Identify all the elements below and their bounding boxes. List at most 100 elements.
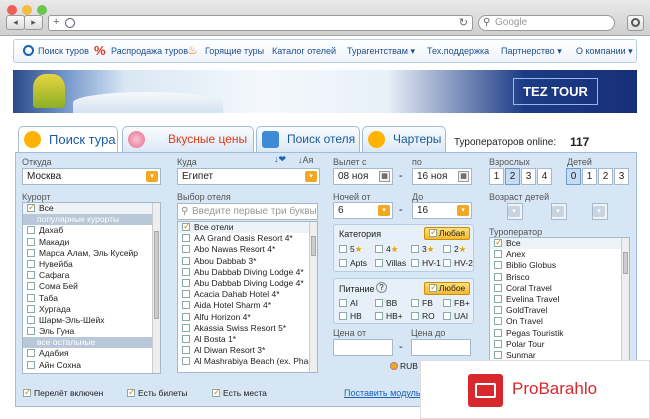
add-icon[interactable]: + <box>53 16 59 28</box>
checkbox[interactable] <box>27 293 35 302</box>
checkbox[interactable] <box>182 290 190 299</box>
category-villas-checkbox[interactable]: Villas <box>375 258 406 268</box>
list-item[interactable]: Al Diwan Resort 3* <box>178 345 317 356</box>
category-hv1-checkbox[interactable]: HV-1 <box>411 258 441 268</box>
child-age-select-3[interactable]: ▾ <box>592 203 608 220</box>
category-4-checkbox[interactable]: 4★ <box>375 244 398 255</box>
checkbox[interactable] <box>27 237 35 246</box>
list-item[interactable]: AA Grand Oasis Resort 4* <box>178 233 317 244</box>
resort-list[interactable]: Все популярные курорты Дахаб Макади Марс… <box>22 202 161 374</box>
back-button[interactable]: ◂ <box>6 15 25 30</box>
checkbox[interactable] <box>27 282 35 291</box>
list-item[interactable]: Хургада <box>23 304 160 315</box>
hotel-list[interactable]: Все отели AA Grand Oasis Resort 4* Abo N… <box>177 221 318 373</box>
hotel-search-input[interactable]: ⚲ Введите первые три буквы <box>177 203 318 220</box>
nav-support[interactable]: Тех.поддержка <box>427 46 489 56</box>
adults-option-2[interactable]: 2 <box>505 168 520 185</box>
meal-any-button[interactable]: Любое <box>424 282 471 295</box>
checkbox[interactable] <box>494 250 502 259</box>
tab-charters[interactable]: Чартеры <box>362 126 446 152</box>
help-icon[interactable]: ? <box>376 282 387 293</box>
nights-from-select[interactable]: 6 ▾ <box>333 202 393 219</box>
list-item[interactable]: On Travel <box>490 316 629 327</box>
adults-option-1[interactable]: 1 <box>489 168 504 185</box>
sort-heart-icon[interactable]: ↓❤ <box>274 154 286 165</box>
category-hv2-checkbox[interactable]: HV-2 <box>443 258 473 268</box>
list-item[interactable]: Нувейба <box>23 259 160 270</box>
nav-agencies[interactable]: Турагентствам ▾ <box>347 46 415 57</box>
checkbox[interactable] <box>182 222 191 232</box>
checkbox[interactable] <box>494 261 502 270</box>
checkbox[interactable] <box>494 328 502 337</box>
checkbox[interactable] <box>27 360 35 369</box>
tab-search-hotel[interactable]: Поиск отеля <box>256 126 360 152</box>
minimize-window-icon[interactable] <box>22 5 32 15</box>
meal-bb-checkbox[interactable]: BB <box>375 298 397 308</box>
reload-icon[interactable]: ↻ <box>459 16 468 29</box>
list-item[interactable]: Таба <box>23 293 160 304</box>
list-item[interactable]: Эль Гуна <box>23 326 160 337</box>
list-item[interactable]: Марса Алам, Эль Кусейр <box>23 248 160 259</box>
checkbox[interactable] <box>27 248 35 257</box>
adults-option-4[interactable]: 4 <box>537 168 552 185</box>
checkbox[interactable] <box>494 317 502 326</box>
list-item[interactable]: Адабия <box>23 348 160 359</box>
child-age-select-1[interactable]: ▾ <box>507 203 523 220</box>
list-item[interactable]: Coral Travel <box>490 283 629 294</box>
meal-fb-checkbox[interactable]: FB <box>411 298 433 308</box>
checkbox[interactable] <box>27 203 36 213</box>
currency-rub-radio[interactable]: RUB <box>390 361 418 371</box>
resort-scrollbar[interactable] <box>152 203 160 373</box>
meal-ro-checkbox[interactable]: RO <box>411 311 435 321</box>
checkbox[interactable] <box>182 334 190 343</box>
children-option-3[interactable]: 3 <box>614 168 629 185</box>
checkbox[interactable] <box>494 238 503 248</box>
depart-from-date[interactable]: 08 ноя ▦ <box>333 168 393 185</box>
places-available-checkbox[interactable]: Есть места <box>212 387 267 398</box>
nav-hot-tours[interactable]: Горящие туры <box>205 46 264 56</box>
meal-fbplus-checkbox[interactable]: FB+ <box>443 298 470 308</box>
checkbox[interactable] <box>182 323 190 332</box>
checkbox[interactable] <box>27 271 35 280</box>
from-select[interactable]: Москва ▾ <box>22 168 161 185</box>
tab-tasty-prices[interactable]: Вкусные цены <box>122 126 254 152</box>
nav-sale[interactable]: Распродажа туров <box>111 46 188 56</box>
meal-ai-checkbox[interactable]: AI <box>339 298 358 308</box>
adults-option-3[interactable]: 3 <box>521 168 536 185</box>
list-item[interactable]: Все отели <box>178 222 317 234</box>
nav-search-tours[interactable]: Поиск туров <box>38 46 89 56</box>
calendar-icon[interactable]: ▦ <box>458 171 469 182</box>
list-item[interactable]: GoldTravel <box>490 305 629 316</box>
list-item[interactable]: Acacia Dahab Hotel 4* <box>178 289 317 300</box>
settings-button[interactable] <box>627 15 644 31</box>
operator-list[interactable]: Все Anex Biblio Globus Brisco Coral Trav… <box>489 237 630 361</box>
list-item[interactable]: Al Mashrabiya Beach (ex. Phara <box>178 356 317 367</box>
children-option-0[interactable]: 0 <box>566 168 581 185</box>
checkbox[interactable] <box>27 349 35 358</box>
price-to-input[interactable] <box>411 339 471 356</box>
category-5-checkbox[interactable]: 5★ <box>339 244 362 255</box>
nights-to-select[interactable]: 16 ▾ <box>412 202 472 219</box>
operator-scrollbar[interactable] <box>621 238 629 360</box>
children-option-2[interactable]: 2 <box>598 168 613 185</box>
calendar-icon[interactable]: ▦ <box>379 171 390 182</box>
checkbox[interactable] <box>494 339 502 348</box>
nav-about[interactable]: О компании ▾ <box>576 46 633 57</box>
tickets-available-checkbox[interactable]: Есть билеты <box>127 387 188 398</box>
category-2-checkbox[interactable]: 2★ <box>443 244 466 255</box>
list-item[interactable]: Сома Бей <box>23 281 160 292</box>
child-age-select-2[interactable]: ▾ <box>551 203 567 220</box>
meal-hbplus-checkbox[interactable]: HB+ <box>375 311 403 321</box>
category-any-button[interactable]: Любая <box>424 227 470 240</box>
checkbox[interactable] <box>182 301 190 310</box>
tab-search-tour[interactable]: Поиск тура <box>18 126 118 154</box>
checkbox[interactable] <box>182 245 190 254</box>
depart-to-date[interactable]: 16 ноя ▦ <box>412 168 472 185</box>
checkbox[interactable] <box>182 312 190 321</box>
list-item[interactable]: Айн Сохна <box>23 360 160 371</box>
category-apts-checkbox[interactable]: Apts <box>339 258 367 268</box>
list-item[interactable]: Aida Hotel Sharm 4* <box>178 300 317 311</box>
checkbox[interactable] <box>182 267 190 276</box>
maximize-window-icon[interactable] <box>37 5 47 15</box>
price-from-input[interactable] <box>333 339 393 356</box>
